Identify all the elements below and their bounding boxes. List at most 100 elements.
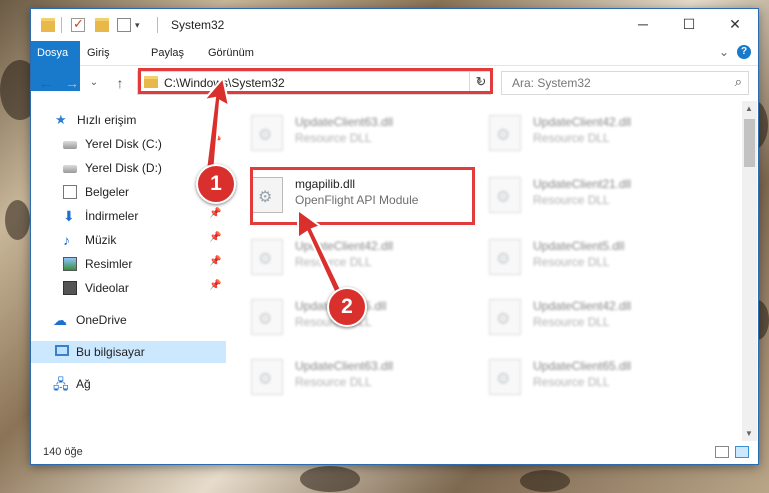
file-description: Resource DLL [533,193,610,207]
sidebar-item-label: Yerel Disk (D:) [85,161,162,175]
file-description: Resource DLL [533,255,610,269]
pin-icon: 📌 [209,256,222,267]
file-name: UpdateClient42.dll [533,299,632,313]
file-item[interactable]: UpdateClient65.dll Resource DLL [483,353,713,403]
pin-icon: 📌 [209,232,222,243]
file-name: UpdateClient42.dll [295,239,394,253]
file-description: Resource DLL [533,315,610,329]
maximize-button[interactable]: ☐ [666,9,712,39]
file-name: UpdateClient5.dll [533,239,625,253]
file-name: UpdateClient65.dll [533,359,632,373]
file-item[interactable]: UpdateClient63.dll Resource DLL [245,109,475,159]
title-bar: ▾ System32 ─ ☐ ✕ [31,9,758,41]
search-icon[interactable]: ⌕ [735,74,742,90]
sidebar-item-onedrive[interactable]: ☁ OneDrive [31,309,226,331]
file-name: UpdateClient63.dll [295,359,394,373]
sidebar-item-quick-access[interactable]: ★ Hızlı erişim [31,109,226,131]
callout-marker-1: 1 [196,164,236,204]
dll-file-icon [251,239,283,275]
file-description: Resource DLL [295,375,372,389]
file-description: Resource DLL [295,131,372,145]
search-placeholder: Ara: System32 [512,76,591,90]
sidebar-item-label: Müzik [85,233,117,247]
drive-icon [63,165,77,173]
sidebar-item-label: İndirmeler [85,209,139,223]
callout-marker-2: 2 [327,287,367,327]
help-icon[interactable]: ? [737,45,751,59]
pin-icon: 📌 [209,280,222,291]
new-folder-icon[interactable] [95,18,109,32]
file-description: Resource DLL [295,255,372,269]
sidebar-item-music[interactable]: ♪ Müzik 📌 [31,229,226,251]
expand-ribbon-icon[interactable]: ⌄ [719,45,729,59]
large-icons-view-icon[interactable] [735,446,749,458]
details-view-icon[interactable] [715,446,729,458]
sidebar-item-label: Resimler [85,257,133,271]
dll-file-icon [489,239,521,275]
close-button[interactable]: ✕ [712,9,758,39]
file-item[interactable]: UpdateClient21.dll Resource DLL [483,171,713,221]
back-button[interactable]: ← [37,74,55,92]
sidebar-item-downloads[interactable]: ⬇ İndirmeler 📌 [31,205,226,227]
file-list: UpdateClient63.dll Resource DLL UpdateCl… [227,101,745,441]
file-item[interactable]: UpdateClient42.dll Resource DLL [483,293,713,343]
up-button[interactable]: ↑ [111,74,129,92]
tab-view[interactable]: Görünüm [198,41,264,65]
chevron-down-icon[interactable]: ▾ [135,18,149,32]
forward-button[interactable]: → [63,74,81,92]
sidebar-item-label: Ağ [76,377,91,391]
tab-home[interactable]: Giriş [77,41,120,65]
toolbar-divider [61,17,62,33]
tab-share[interactable]: Paylaş [141,41,194,65]
minimize-button[interactable]: ─ [620,9,666,39]
star-icon: ★ [55,112,67,127]
file-item[interactable]: UpdateClient42.dll Resource DLL [483,109,713,159]
scroll-down-icon[interactable]: ▼ [745,429,753,438]
properties-icon[interactable] [71,16,85,32]
onedrive-icon: ☁ [53,312,67,328]
network-icon: 🖧 [53,376,69,392]
sidebar-item-label: Bu bilgisayar [76,345,145,359]
file-item[interactable]: UpdateClient42.dll Resource DLL [245,233,475,283]
documents-icon [63,185,77,199]
recent-locations-button[interactable]: ⌄ [85,74,103,92]
vertical-scrollbar[interactable]: ▲ ▼ [742,101,757,441]
pin-icon: 📌 [209,136,222,147]
sidebar-item-videos[interactable]: Videolar 📌 [31,277,226,299]
file-item[interactable]: UpdateClient63.dll Resource DLL [245,353,475,403]
sidebar-item-this-pc[interactable]: Bu bilgisayar [31,341,226,363]
dll-file-icon [489,359,521,395]
explorer-window: ▾ System32 ─ ☐ ✕ Dosya Giriş Paylaş Görü… [30,8,759,465]
sidebar-item-pictures[interactable]: Resimler 📌 [31,253,226,275]
item-count: 140 öğe [43,446,83,458]
ribbon-tabs: Dosya Giriş Paylaş Görünüm ⌄ ? [31,41,758,91]
sidebar-item-label: Hızlı erişim [77,113,137,127]
file-description: Resource DLL [533,131,610,145]
file-name: UpdateClient21.dll [533,177,632,191]
toolbar-divider [157,17,158,33]
customize-icon[interactable] [117,18,131,32]
sidebar-item-local-disk-c[interactable]: Yerel Disk (C:) 📌 [31,133,226,155]
scroll-up-icon[interactable]: ▲ [745,104,753,113]
music-icon: ♪ [63,232,70,248]
sidebar-item-label: Videolar [85,281,129,295]
status-bar: 140 öğe [31,442,758,464]
sidebar-item-label: Belgeler [85,185,130,199]
window-title: System32 [171,18,225,32]
dll-file-icon [251,115,283,151]
sidebar-item-label: Yerel Disk (C:) [85,137,162,151]
file-name: UpdateClient42.dll [533,115,632,129]
drive-icon [63,141,77,149]
file-item[interactable]: UpdateClient5.dll Resource DLL [483,233,713,283]
sidebar-item-network[interactable]: 🖧 Ağ [31,373,226,395]
scrollbar-thumb[interactable] [744,119,755,167]
search-input[interactable]: Ara: System32 ⌕ [501,71,749,95]
pin-icon: 📌 [209,208,222,219]
pictures-icon [63,257,77,271]
dll-file-icon [489,177,521,213]
navigation-pane: ★ Hızlı erişim Yerel Disk (C:) 📌 Yerel D… [31,101,226,441]
folder-icon [41,18,55,32]
file-highlight [250,167,475,225]
address-highlight [138,68,493,94]
dll-file-icon [251,299,283,335]
